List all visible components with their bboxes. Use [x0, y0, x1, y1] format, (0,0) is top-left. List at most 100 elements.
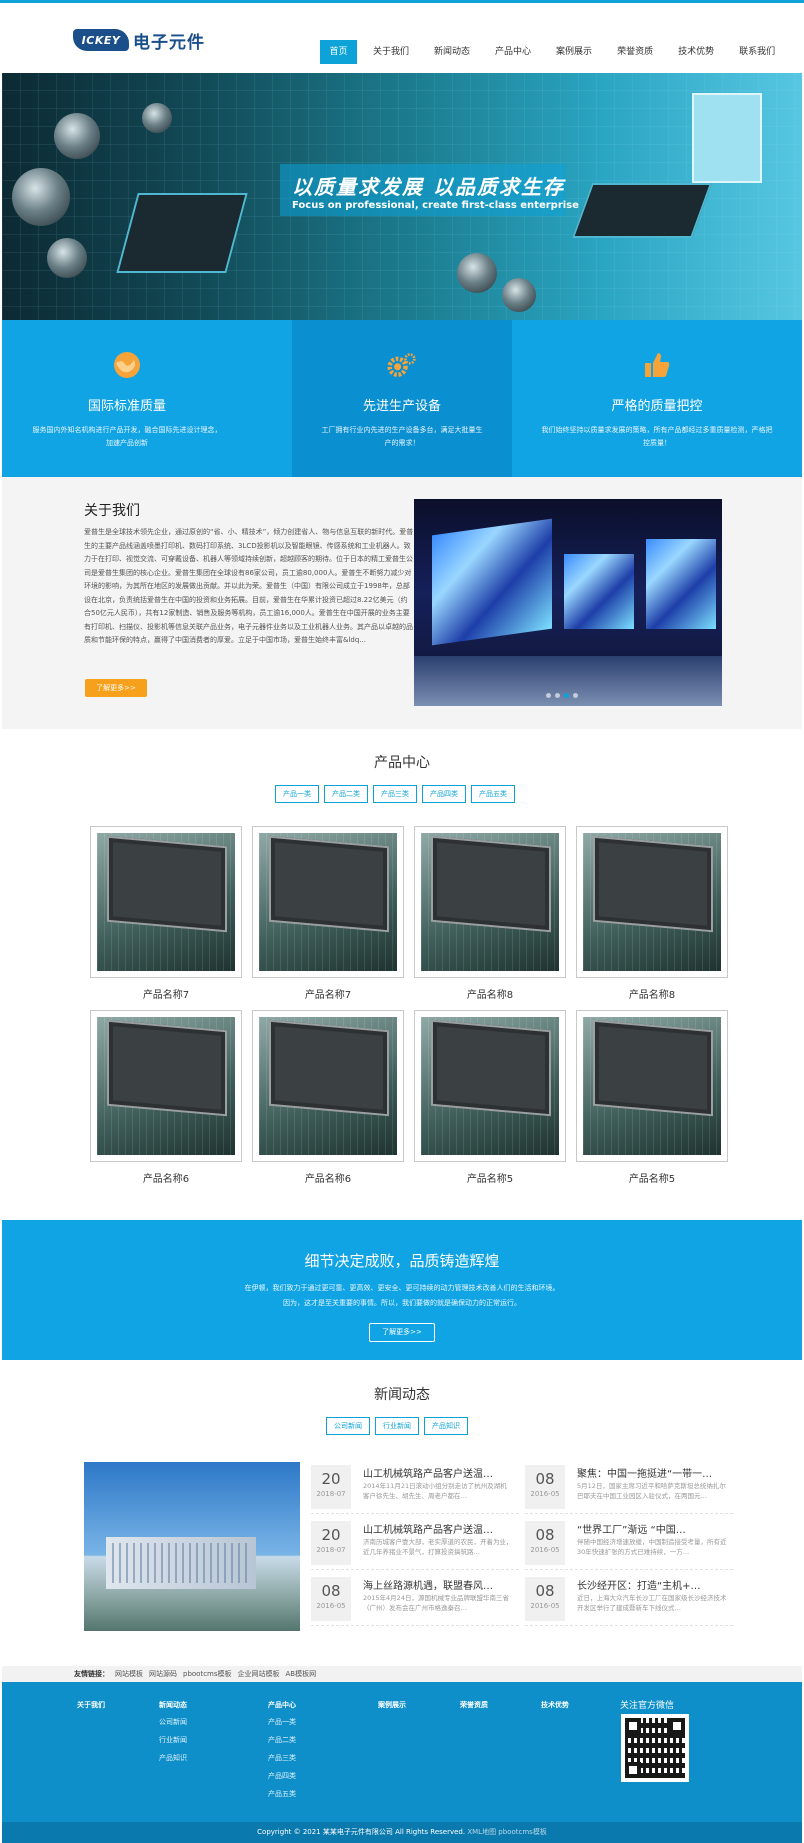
- capacitor-image: [47, 238, 87, 278]
- news-item[interactable]: 08 2016-05 长沙经开区：打造“主机+… 近日，上海大众汽车长沙工厂在国家…: [525, 1574, 733, 1626]
- news-tabs: 公司新闻 行业新闻 产品知识: [326, 1417, 468, 1435]
- product-image: [421, 833, 559, 971]
- news-item-title: 聚焦：中国一拖挺进“一带一…: [577, 1469, 713, 1480]
- globe-icon: [112, 350, 142, 380]
- news-item[interactable]: 20 2018-07 山工机械筑路产品客户送温… 2014年11月21日滚动小组分…: [311, 1462, 519, 1514]
- feature-desc: 服务国内外知名机构进行产品开发，融合国际先进设计理念，加速产品创新: [32, 426, 222, 447]
- product-card[interactable]: 产品名称5: [414, 1010, 566, 1185]
- tab-company-news[interactable]: 公司新闻: [326, 1417, 370, 1435]
- feature-title: 先进生产设备: [362, 399, 441, 414]
- nav-contact[interactable]: 联系我们: [730, 40, 784, 64]
- feature-title: 国际标准质量: [87, 399, 166, 414]
- date-box: 08 2016-05: [311, 1577, 351, 1621]
- friend-links-label: 友情链接：: [74, 1670, 109, 1678]
- product-image: [583, 833, 721, 971]
- friend-link[interactable]: 网站模板: [115, 1669, 143, 1679]
- footer: 关于我们 新闻动态 公司新闻 行业新闻 产品知识 产品中心 产品一类 产品二类 …: [2, 1682, 802, 1822]
- nav-cases[interactable]: 案例展示: [547, 40, 601, 64]
- feature-control: 严格的质量把控 我们始终坚持以质量求发展的策略，所有产品都经过多重质量检测，严格…: [512, 320, 802, 477]
- logo-text: 电子元件: [133, 32, 205, 53]
- copyright-extra-links[interactable]: XML地图 pbootcms模板: [467, 1828, 546, 1836]
- nav-tech[interactable]: 技术优势: [669, 40, 723, 64]
- tab-product-cat1[interactable]: 产品一类: [275, 785, 319, 803]
- product-tabs: 产品一类 产品二类 产品三类 产品四类 产品五类: [275, 785, 515, 803]
- main-nav: 首页 关于我们 新闻动态 产品中心 案例展示 荣誉资质 技术优势 联系我们: [320, 40, 791, 64]
- product-card[interactable]: 产品名称6: [90, 1010, 242, 1185]
- news-item[interactable]: 08 2016-05 聚焦：中国一拖挺进“一带一… 5月12日，国家主席习近平和哈…: [525, 1462, 733, 1514]
- product-card[interactable]: 产品名称8: [414, 826, 566, 1001]
- capacitor-image: [54, 113, 100, 159]
- friend-link[interactable]: AB模板网: [286, 1669, 317, 1679]
- product-card[interactable]: 产品名称8: [576, 826, 728, 1001]
- footer-link[interactable]: 行业新闻: [159, 1735, 187, 1745]
- product-name: 产品名称7: [142, 990, 190, 1001]
- news-photo[interactable]: [84, 1462, 300, 1631]
- footer-col-head[interactable]: 荣誉资质: [460, 1700, 488, 1710]
- friend-link[interactable]: pbootcms模板: [183, 1669, 232, 1679]
- tab-product-cat2[interactable]: 产品二类: [324, 785, 368, 803]
- footer-col-about: 关于我们: [77, 1700, 105, 1717]
- tab-product-cat3[interactable]: 产品三类: [373, 785, 417, 803]
- tab-product-cat5[interactable]: 产品五类: [471, 785, 515, 803]
- carousel-dots: [546, 693, 578, 698]
- display-screen-image: [564, 554, 634, 629]
- copyright-text: Copyright © 2021 某某电子元件有限公司 All Rights R…: [257, 1828, 466, 1836]
- slogan-more-button[interactable]: 了解更多>>: [369, 1323, 435, 1342]
- product-card[interactable]: 产品名称7: [252, 826, 404, 1001]
- carousel-dot[interactable]: [555, 693, 560, 698]
- carousel-dot[interactable]: [573, 693, 578, 698]
- footer-col-head[interactable]: 案例展示: [378, 1700, 406, 1710]
- footer-link[interactable]: 产品知识: [159, 1753, 187, 1763]
- footer-col-head[interactable]: 技术优势: [541, 1700, 569, 1710]
- nav-news[interactable]: 新闻动态: [425, 40, 479, 64]
- footer-link[interactable]: 公司新闻: [159, 1717, 187, 1727]
- capacitor-image: [142, 103, 172, 133]
- feature-equipment: 先进生产设备 工厂拥有行业内先进的生产设备多台，满足大批量生产的需求！: [292, 320, 512, 477]
- nav-home[interactable]: 首页: [320, 40, 357, 64]
- news-item-desc: 2015年4月24日，源国机械专业品牌联盟华南三省（广州）发布会在广州市格逸秦召…: [363, 1594, 509, 1612]
- date-box: 20 2018-07: [311, 1521, 351, 1565]
- footer-link[interactable]: 产品三类: [268, 1753, 296, 1763]
- product-image: [583, 1017, 721, 1155]
- hero-banner: 以质量求发展 以品质求生存 Focus on professional, cre…: [2, 73, 802, 320]
- copyright-bar: Copyright © 2021 某某电子元件有限公司 All Rights R…: [2, 1822, 802, 1843]
- product-image: [259, 1017, 397, 1155]
- slogan-line: 因为，这才是至关重要的事情。所以，我们要做的就是确保动力的正常运行。: [283, 1299, 521, 1307]
- news-item[interactable]: 08 2016-05 “世界工厂”渐远 “中国… 伴随中国经济增速放缓，中国制造接…: [525, 1518, 733, 1570]
- footer-link[interactable]: 产品二类: [268, 1735, 296, 1745]
- footer-col-head[interactable]: 新闻动态: [159, 1700, 187, 1710]
- friend-link[interactable]: 网站源码: [149, 1669, 177, 1679]
- tab-product-knowledge[interactable]: 产品知识: [424, 1417, 468, 1435]
- display-screen-image: [646, 539, 716, 629]
- footer-col-head[interactable]: 产品中心: [268, 1700, 296, 1710]
- news-item[interactable]: 20 2018-07 山工机械筑路产品客户送温… 济南历城客户壹大部，老实厚道的农…: [311, 1518, 519, 1570]
- tab-product-cat4[interactable]: 产品四类: [422, 785, 466, 803]
- news-item[interactable]: 08 2016-05 海上丝路源机遇，联盟春风… 2015年4月24日，源国机械专…: [311, 1574, 519, 1626]
- nav-about[interactable]: 关于我们: [364, 40, 418, 64]
- footer-col-head[interactable]: 关于我们: [77, 1700, 105, 1710]
- carousel-dot[interactable]: [546, 693, 551, 698]
- banner-subtitle: Focus on professional, create first-clas…: [292, 200, 579, 211]
- friend-link[interactable]: 企业网站模板: [238, 1669, 280, 1679]
- nav-honors[interactable]: 荣誉资质: [608, 40, 662, 64]
- slogan-banner: 细节决定成败，品质铸造辉煌 在伊顿，我们致力于通过更可靠、更高效、更安全、更可持…: [2, 1220, 802, 1360]
- product-card[interactable]: 产品名称7: [90, 826, 242, 1001]
- product-name: 产品名称7: [304, 990, 352, 1001]
- footer-link[interactable]: 产品四类: [268, 1771, 296, 1781]
- capacitor-image: [12, 168, 70, 226]
- gears-icon: [387, 350, 417, 380]
- nav-products[interactable]: 产品中心: [486, 40, 540, 64]
- about-more-button[interactable]: 了解更多>>: [85, 679, 147, 697]
- footer-col-cases: 案例展示: [378, 1700, 406, 1717]
- logo[interactable]: ICKEY 电子元件: [73, 27, 205, 53]
- product-name: 产品名称8: [628, 990, 676, 1001]
- products-title: 产品中心: [374, 755, 430, 771]
- product-card[interactable]: 产品名称5: [576, 1010, 728, 1185]
- footer-link[interactable]: 产品五类: [268, 1789, 296, 1799]
- tab-industry-news[interactable]: 行业新闻: [375, 1417, 419, 1435]
- footer-link[interactable]: 产品一类: [268, 1717, 296, 1727]
- slogan-title: 细节决定成败，品质铸造辉煌: [304, 1252, 500, 1270]
- product-card[interactable]: 产品名称6: [252, 1010, 404, 1185]
- product-image: [97, 833, 235, 971]
- carousel-dot[interactable]: [564, 693, 569, 698]
